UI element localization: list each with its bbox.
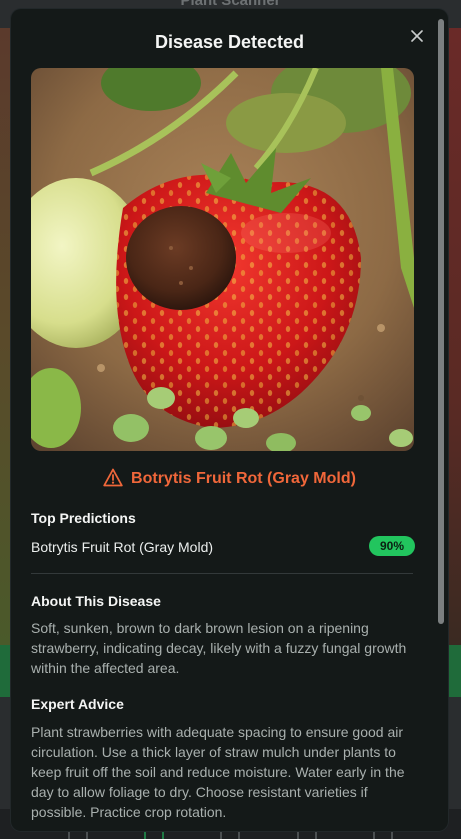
confidence-badge: 90% bbox=[368, 536, 415, 556]
about-text: Soft, sunken, brown to dark brown lesion… bbox=[31, 620, 407, 676]
advice-text: Plant strawberries with adequate spacing… bbox=[31, 724, 405, 820]
modal-scrollbar[interactable] bbox=[438, 19, 444, 825]
prediction-name: Botrytis Fruit Rot (Gray Mold) bbox=[31, 539, 214, 555]
advice-title: Expert Advice bbox=[31, 696, 124, 712]
disease-modal: Disease Detected Botrytis Fruit Rot (Gra… bbox=[11, 9, 448, 831]
modal-title: Disease Detected bbox=[154, 32, 305, 52]
plant-photo bbox=[31, 68, 414, 451]
strawberry-image bbox=[31, 68, 414, 451]
about-title: About This Disease bbox=[31, 593, 161, 609]
diagnosis-heading: Botrytis Fruit Rot (Gray Mold) bbox=[11, 468, 448, 488]
diagnosis-label: Botrytis Fruit Rot (Gray Mold) bbox=[131, 470, 356, 487]
section-divider bbox=[31, 573, 413, 574]
close-icon bbox=[411, 30, 423, 42]
close-button[interactable] bbox=[406, 25, 428, 47]
top-predictions-title: Top Predictions bbox=[31, 510, 136, 526]
scrollbar-thumb[interactable] bbox=[438, 19, 444, 624]
background-app-title: Plant Scanner bbox=[180, 0, 281, 9]
warning-triangle-icon bbox=[103, 468, 123, 487]
